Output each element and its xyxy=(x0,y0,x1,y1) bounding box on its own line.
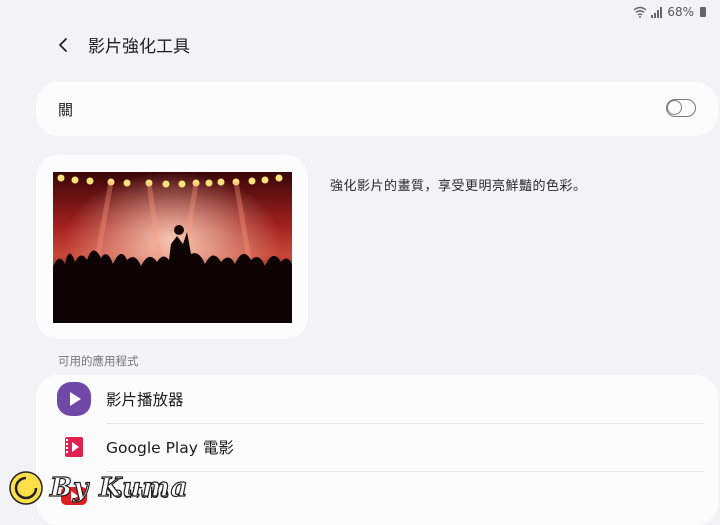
divider xyxy=(106,423,704,424)
battery-percentage: 68% xyxy=(667,5,694,19)
app-label: 影片播放器 xyxy=(106,391,184,409)
feature-toggle-row[interactable]: 關 xyxy=(36,82,718,136)
back-button[interactable] xyxy=(52,34,74,56)
watermark: By Kuma xyxy=(8,470,188,506)
preview-card xyxy=(36,155,308,339)
feature-description: 強化影片的畫質，享受更明亮鮮豔的色彩。 xyxy=(330,179,587,194)
page-title: 影片強化工具 xyxy=(88,37,190,57)
watermark-text: By Kuma xyxy=(49,472,189,503)
signal-icon xyxy=(651,6,663,18)
feature-switch[interactable] xyxy=(666,99,696,117)
chevron-left-icon xyxy=(59,37,67,52)
list-item-google-play-movies[interactable]: Google Play 電影 xyxy=(36,423,718,471)
wifi-icon xyxy=(633,6,647,18)
page-header: 影片強化工具 xyxy=(52,32,190,57)
battery-icon xyxy=(700,7,706,17)
google-play-movies-icon xyxy=(65,437,83,457)
divider xyxy=(106,471,704,472)
video-player-icon xyxy=(57,382,91,416)
app-label: Google Play 電影 xyxy=(106,439,234,457)
list-item-video-player[interactable]: 影片播放器 xyxy=(36,375,718,423)
watermark-logo-icon xyxy=(9,471,43,505)
switch-knob xyxy=(667,100,682,115)
preview-image xyxy=(53,172,292,323)
section-header: 可用的應用程式 xyxy=(58,354,139,368)
toggle-label: 關 xyxy=(58,101,74,119)
status-bar: 68% xyxy=(633,4,706,20)
